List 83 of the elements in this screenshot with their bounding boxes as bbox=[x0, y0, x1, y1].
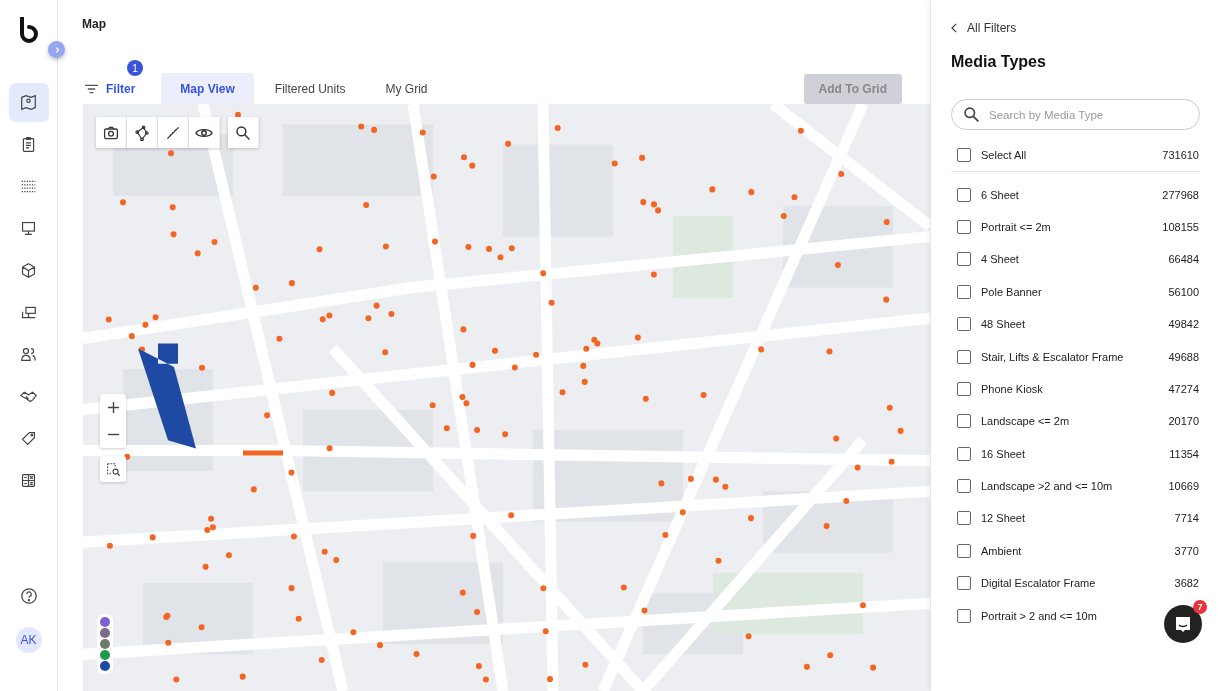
filter-count-badge: 1 bbox=[127, 60, 143, 76]
option-count: 47274 bbox=[1168, 382, 1200, 395]
back-link[interactable]: All Filters bbox=[951, 21, 1017, 35]
nav-button[interactable] bbox=[8, 83, 49, 122]
checkbox[interactable] bbox=[957, 148, 971, 163]
search-field[interactable]: Search by Media Type bbox=[951, 99, 1200, 130]
option-label: Landscape >2 and <= 10m bbox=[981, 480, 1114, 493]
checkbox[interactable] bbox=[957, 576, 971, 591]
chat-icon bbox=[1173, 614, 1193, 634]
option-label: Stair, Lifts & Escalator Frame bbox=[981, 350, 1125, 363]
search-icon bbox=[963, 106, 980, 123]
map-icon bbox=[20, 94, 37, 111]
view-tab[interactable]: Filtered Units bbox=[255, 72, 365, 105]
option-count: 56100 bbox=[1168, 285, 1200, 298]
option-count: 3770 bbox=[1174, 544, 1200, 557]
checkbox[interactable] bbox=[957, 252, 971, 267]
option-count: 3682 bbox=[1174, 577, 1200, 590]
option-count: 11354 bbox=[1169, 447, 1200, 460]
option-count: 731610 bbox=[1162, 149, 1200, 162]
polygon-icon bbox=[134, 124, 150, 141]
checkbox[interactable] bbox=[957, 446, 971, 461]
option-label: 6 Sheet bbox=[981, 188, 1020, 201]
checkbox[interactable] bbox=[957, 479, 971, 494]
visibility-button[interactable] bbox=[189, 117, 220, 148]
checkbox[interactable] bbox=[957, 187, 971, 202]
option-count: 66484 bbox=[1168, 253, 1200, 266]
option-label: Landscape <= 2m bbox=[981, 415, 1071, 428]
calculator-icon bbox=[20, 472, 37, 489]
monitor-icon bbox=[20, 220, 37, 237]
chat-button[interactable] bbox=[1164, 605, 1202, 643]
option-label: 12 Sheet bbox=[981, 512, 1027, 525]
view-tab[interactable]: My Grid bbox=[366, 72, 447, 105]
user-avatar[interactable]: AK bbox=[15, 627, 42, 653]
checkbox[interactable] bbox=[957, 349, 971, 364]
polygon-button[interactable] bbox=[127, 117, 158, 148]
search-button[interactable] bbox=[228, 117, 259, 148]
zoom-area-icon bbox=[105, 461, 121, 477]
option-label: 16 Sheet bbox=[981, 447, 1027, 460]
page-title: Map bbox=[81, 16, 107, 33]
option-label: Pole Banner bbox=[981, 285, 1043, 298]
option-label: 48 Sheet bbox=[981, 318, 1027, 331]
legend-drawing bbox=[97, 614, 113, 674]
checkbox[interactable] bbox=[957, 317, 971, 332]
checkbox[interactable] bbox=[957, 219, 971, 234]
option-label: Phone Kiosk bbox=[981, 382, 1044, 395]
notification-badge: 7 bbox=[1193, 600, 1207, 614]
help-icon[interactable] bbox=[19, 587, 38, 605]
box-zoom-button[interactable] bbox=[100, 456, 126, 482]
option-count: 7714 bbox=[1174, 512, 1200, 525]
checkbox[interactable] bbox=[957, 608, 971, 623]
clipboard-icon bbox=[20, 136, 37, 153]
checkbox[interactable] bbox=[957, 414, 971, 429]
view-tab[interactable]: Map View bbox=[161, 72, 254, 105]
ruler-icon bbox=[165, 124, 181, 141]
search-icon bbox=[235, 124, 251, 141]
filter-icon bbox=[85, 83, 98, 94]
panel-title: Media Types bbox=[951, 53, 1047, 71]
plus-icon bbox=[106, 401, 120, 414]
billboard-icon bbox=[20, 304, 37, 321]
screenshot-button[interactable] bbox=[96, 117, 127, 148]
filter-button[interactable]: Filter bbox=[83, 75, 136, 102]
checkbox[interactable] bbox=[957, 381, 971, 396]
option-label: Portrait <= 2m bbox=[981, 220, 1052, 233]
option-count: 49688 bbox=[1168, 350, 1200, 363]
chevron-left-icon bbox=[951, 23, 958, 33]
checkbox[interactable] bbox=[957, 543, 971, 558]
option-label: Portrait > 2 and <= 10m bbox=[981, 609, 1098, 622]
grid-icon bbox=[20, 178, 37, 195]
tag-icon bbox=[20, 430, 37, 447]
option-count: 20170 bbox=[1168, 415, 1200, 428]
option-label: 4 Sheet bbox=[981, 253, 1020, 266]
option-label: Select All bbox=[981, 149, 1028, 162]
option-label: Ambient bbox=[981, 544, 1023, 557]
option-count: 108155 bbox=[1162, 220, 1200, 233]
option-label: Digital Escalator Frame bbox=[981, 577, 1097, 590]
option-count: 10669 bbox=[1168, 480, 1200, 493]
option-count: 49842 bbox=[1168, 318, 1200, 331]
checkbox[interactable] bbox=[957, 511, 971, 526]
cube-icon bbox=[20, 262, 37, 279]
people-icon bbox=[20, 346, 37, 363]
option-count: 277968 bbox=[1162, 188, 1200, 201]
checkbox[interactable] bbox=[957, 284, 971, 299]
camera-icon bbox=[103, 124, 119, 141]
